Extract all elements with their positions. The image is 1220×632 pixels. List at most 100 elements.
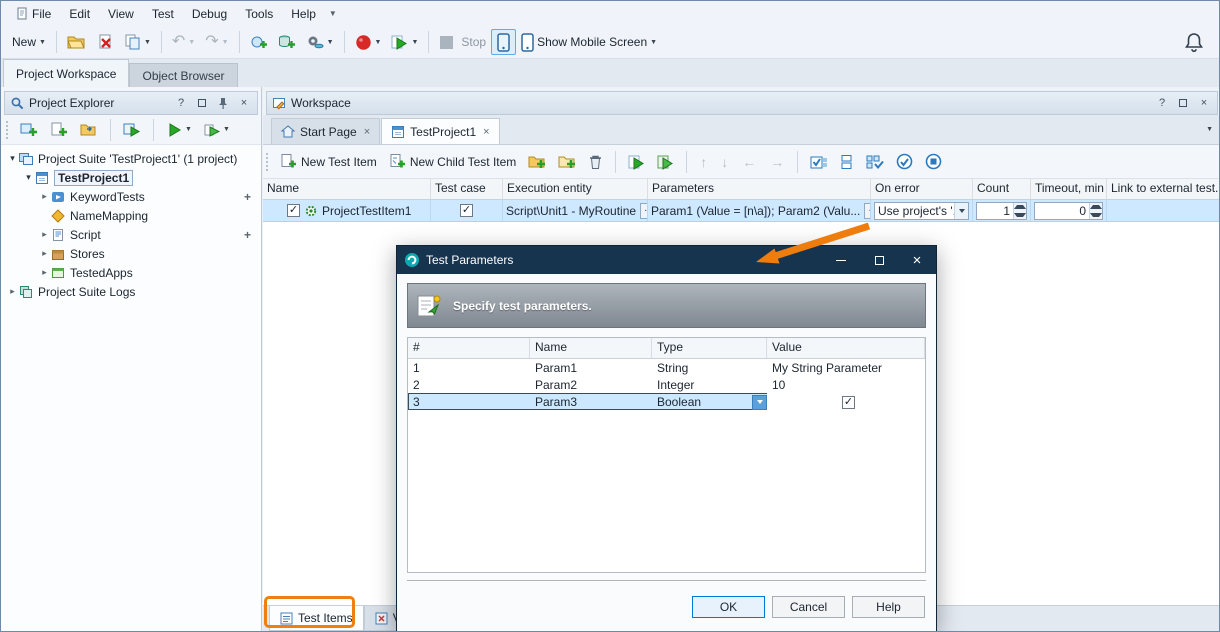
expand-icon[interactable]: ▸ xyxy=(6,286,19,297)
add-checkpoint-button[interactable] xyxy=(245,29,273,55)
collapse-icon[interactable]: ▾ xyxy=(6,153,19,164)
boolean-value-checkbox[interactable] xyxy=(842,396,855,409)
spin-up-icon[interactable] xyxy=(1090,203,1102,211)
uncheck-item-button[interactable] xyxy=(920,149,947,175)
test-case-checkbox[interactable] xyxy=(460,204,473,217)
undo-button[interactable]: ↶▼ xyxy=(167,29,200,55)
add-item-button[interactable] xyxy=(523,149,551,175)
tab-project-workspace[interactable]: Project Workspace xyxy=(3,59,129,87)
panel-float-button[interactable] xyxy=(194,95,210,111)
column-header-on-error[interactable]: On error xyxy=(871,179,973,199)
undo-dropdown-icon[interactable]: ▼ xyxy=(188,39,195,46)
panel-pin-button[interactable] xyxy=(215,95,231,111)
close-tab-icon[interactable]: × xyxy=(483,126,489,138)
toolbar-grip[interactable] xyxy=(6,121,9,139)
move-right-button[interactable]: → xyxy=(764,154,790,170)
tools-dropdown-icon[interactable]: ▼ xyxy=(327,39,334,46)
run-project-button[interactable] xyxy=(118,117,146,143)
tree-item-keywordtests[interactable]: ▸ KeywordTests + xyxy=(1,187,261,206)
spin-up-icon[interactable] xyxy=(1014,203,1026,211)
check-all-items-button[interactable] xyxy=(861,149,889,175)
new-test-item-button[interactable]: New Test Item xyxy=(275,149,382,175)
ok-button[interactable]: OK xyxy=(692,596,765,618)
tab-list-dropdown-icon[interactable]: ▼ xyxy=(1206,126,1213,133)
redo-button[interactable]: ↷▼ xyxy=(200,29,233,55)
new-child-test-item-button[interactable]: New Child Test Item xyxy=(384,149,521,175)
expand-icon[interactable]: ▸ xyxy=(38,229,51,240)
new-button[interactable]: New▼ xyxy=(7,29,51,55)
combo-dropdown-icon[interactable] xyxy=(752,395,767,410)
add-keywordtest-button[interactable]: + xyxy=(244,190,251,204)
group-items-button[interactable] xyxy=(835,149,859,175)
run-selected-test-button[interactable]: ▼ xyxy=(161,117,197,143)
parameter-row-selected[interactable]: 3 Param3 Boolean xyxy=(408,393,925,410)
column-header-number[interactable]: # xyxy=(408,338,530,358)
show-mobile-screen-menu[interactable]: Show Mobile Screen ▼ xyxy=(516,29,662,55)
menu-help[interactable]: Help xyxy=(282,4,325,24)
column-header-execution-entity[interactable]: Execution entity xyxy=(503,179,648,199)
column-header-link-external[interactable]: Link to external test... xyxy=(1107,179,1220,199)
enabled-checkbox[interactable] xyxy=(287,204,300,217)
record-dropdown-icon[interactable]: ▼ xyxy=(375,39,382,46)
open-file-button[interactable] xyxy=(62,29,92,55)
tree-item-testedapps[interactable]: ▸ TestedApps xyxy=(1,263,261,282)
column-header-type[interactable]: Type xyxy=(652,338,767,358)
check-items-button[interactable] xyxy=(805,149,833,175)
menu-debug[interactable]: Debug xyxy=(183,4,236,24)
panel-close-button[interactable]: × xyxy=(236,95,252,111)
menubar-overflow-icon[interactable]: ▼ xyxy=(329,9,337,18)
column-header-timeout[interactable]: Timeout, min xyxy=(1031,179,1107,199)
expand-icon[interactable]: ▸ xyxy=(38,248,51,259)
tree-item-stores[interactable]: ▸ Stores xyxy=(1,244,261,263)
menu-test[interactable]: Test xyxy=(143,4,183,24)
delete-item-button[interactable] xyxy=(583,149,608,175)
close-file-button[interactable] xyxy=(92,29,119,55)
open-item-button[interactable] xyxy=(75,117,103,143)
count-spinner[interactable]: 1 xyxy=(976,202,1027,220)
timeout-spinner[interactable]: 0 xyxy=(1034,202,1103,220)
type-combobox[interactable]: Boolean xyxy=(657,395,767,410)
add-script-button[interactable]: + xyxy=(244,228,251,242)
close-tab-icon[interactable]: × xyxy=(364,126,370,138)
column-header-value[interactable]: Value xyxy=(767,338,925,358)
expand-icon[interactable]: ▸ xyxy=(38,267,51,278)
column-header-test-case[interactable]: Test case xyxy=(431,179,503,199)
move-down-button[interactable]: ↓ xyxy=(715,154,734,170)
tree-item-project-suite-logs[interactable]: ▸ Project Suite Logs xyxy=(1,282,261,301)
new-dropdown-icon[interactable]: ▼ xyxy=(39,39,46,46)
browse-execution-entity-button[interactable]: ... xyxy=(640,203,648,219)
cancel-button[interactable]: Cancel xyxy=(772,596,845,618)
show-mobile-screen-toggle[interactable] xyxy=(491,29,516,55)
panel-help-button[interactable]: ? xyxy=(173,95,189,111)
panel-float-button[interactable] xyxy=(1175,95,1191,111)
compare-database-button[interactable] xyxy=(273,29,301,55)
combo-dropdown-icon[interactable] xyxy=(954,203,968,219)
run-test-dropdown-icon[interactable]: ▼ xyxy=(185,126,192,133)
mobile-screen-dropdown-icon[interactable]: ▼ xyxy=(650,39,657,46)
run-dropdown-icon[interactable]: ▼ xyxy=(411,39,418,46)
add-project-suite-button[interactable] xyxy=(15,117,43,143)
spin-down-icon[interactable] xyxy=(1090,211,1102,219)
tab-object-browser[interactable]: Object Browser xyxy=(129,63,237,87)
spin-down-icon[interactable] xyxy=(1014,211,1026,219)
move-up-button[interactable]: ↑ xyxy=(694,154,713,170)
column-header-name[interactable]: Name xyxy=(530,338,652,358)
save-all-button[interactable]: ▼ xyxy=(119,29,156,55)
redo-dropdown-icon[interactable]: ▼ xyxy=(222,39,229,46)
tree-item-script[interactable]: ▸ Script + xyxy=(1,225,261,244)
dialog-close-button[interactable]: × xyxy=(898,246,936,274)
parameter-row[interactable]: 2 Param2 Integer 10 xyxy=(408,376,925,393)
tab-testproject1[interactable]: TestProject1 × xyxy=(381,118,499,144)
tree-item-testproject1[interactable]: ▾ TestProject1 xyxy=(1,168,261,187)
help-button[interactable]: Help xyxy=(852,596,925,618)
menu-file[interactable]: File xyxy=(7,4,60,24)
notifications-bell-button[interactable] xyxy=(1185,32,1203,52)
column-header-name[interactable]: Name xyxy=(263,179,431,199)
add-project-button[interactable] xyxy=(45,117,73,143)
menu-view[interactable]: View xyxy=(99,4,143,24)
expand-icon[interactable]: ▸ xyxy=(38,191,51,202)
panel-help-button[interactable]: ? xyxy=(1154,95,1170,111)
menu-tools[interactable]: Tools xyxy=(236,4,282,24)
run-selected-item-button[interactable] xyxy=(623,149,650,175)
record-button[interactable]: ▼ xyxy=(350,29,387,55)
